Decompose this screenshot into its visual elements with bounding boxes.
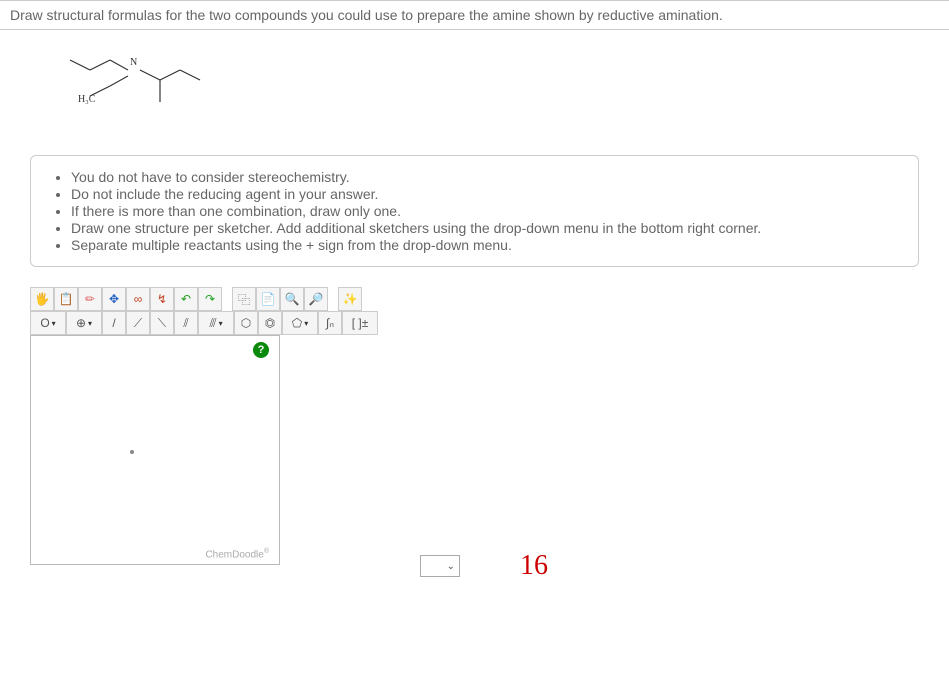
target-molecule: N H₃C — [60, 50, 889, 135]
copy-icon[interactable]: ⿻ — [232, 287, 256, 311]
chevron-down-icon: ⌄ — [447, 561, 455, 572]
clipboard-icon[interactable]: 📋 — [54, 287, 78, 311]
help-icon[interactable]: ? — [253, 342, 269, 358]
svg-text:H₃C: H₃C — [78, 94, 96, 105]
instruction-item: Do not include the reducing agent in you… — [71, 186, 902, 202]
molecule-svg: N H₃C — [60, 50, 220, 130]
dash-bond-icon[interactable]: ⟍ — [150, 311, 174, 335]
zoom-out-icon[interactable]: 🔎 — [304, 287, 328, 311]
triple-bond-icon[interactable]: ⫻ — [198, 311, 234, 335]
instructions-list: You do not have to consider stereochemis… — [71, 169, 902, 253]
chemdoodle-watermark: ChemDoodle® — [205, 548, 269, 560]
drawing-canvas[interactable]: ? ChemDoodle® — [30, 335, 280, 565]
question-prompt: Draw structural formulas for the two com… — [0, 0, 949, 30]
add-sketcher-dropdown[interactable]: ⌄ — [420, 555, 460, 577]
instructions-panel: You do not have to consider stereochemis… — [30, 155, 919, 267]
double-bond-icon[interactable]: ⫽ — [174, 311, 198, 335]
instruction-item: Draw one structure per sketcher. Add add… — [71, 220, 902, 236]
undo-icon[interactable]: ↶ — [174, 287, 198, 311]
hand-tool-icon[interactable]: 🖐 — [30, 287, 54, 311]
chain-icon[interactable]: ∞ — [126, 287, 150, 311]
handwritten-annotation: 16 — [520, 550, 548, 582]
svg-text:N: N — [130, 57, 137, 68]
move-icon[interactable]: ✥ — [102, 287, 126, 311]
wedge-bond-icon[interactable]: ⟋ — [126, 311, 150, 335]
charge-selector[interactable]: ⊕ — [66, 311, 102, 335]
bracket-icon[interactable]: [ ]± — [342, 311, 378, 335]
template-icon[interactable]: ↯ — [150, 287, 174, 311]
paste-icon[interactable]: 📄 — [256, 287, 280, 311]
pentagon-ring-icon[interactable]: ⬠ — [282, 311, 318, 335]
zoom-in-icon[interactable]: 🔍 — [280, 287, 304, 311]
sketcher-widget: 🖐 📋 ✏ ✥ ∞ ↯ ↶ ↷ ⿻ 📄 🔍 🔎 ✨ O ⊕ / ⟋ ⟍ ⫽ ⫻ … — [30, 287, 470, 565]
hexagon-ring-icon[interactable]: ⬡ — [234, 311, 258, 335]
instruction-item: If there is more than one combination, d… — [71, 203, 902, 219]
element-selector[interactable]: O — [30, 311, 66, 335]
clean-icon[interactable]: ✨ — [338, 287, 362, 311]
cn-group-icon[interactable]: ∫ₙ — [318, 311, 342, 335]
toolbar-row-2: O ⊕ / ⟋ ⟍ ⫽ ⫻ ⬡ ⏣ ⬠ ∫ₙ [ ]± — [30, 311, 470, 335]
atom-placeholder[interactable] — [130, 450, 134, 454]
instruction-item: Separate multiple reactants using the + … — [71, 237, 902, 253]
instruction-item: You do not have to consider stereochemis… — [71, 169, 902, 185]
toolbar-row-1: 🖐 📋 ✏ ✥ ∞ ↯ ↶ ↷ ⿻ 📄 🔍 🔎 ✨ — [30, 287, 470, 311]
redo-icon[interactable]: ↷ — [198, 287, 222, 311]
eraser-icon[interactable]: ✏ — [78, 287, 102, 311]
single-bond-icon[interactable]: / — [102, 311, 126, 335]
benzene-ring-icon[interactable]: ⏣ — [258, 311, 282, 335]
